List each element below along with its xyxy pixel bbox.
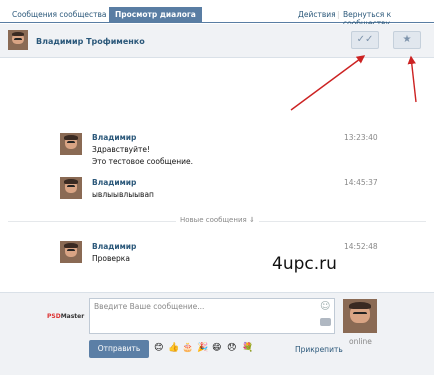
emoji-party-icon[interactable]: 🎉 xyxy=(197,343,208,353)
arrow-to-check-button xyxy=(290,55,366,111)
message-input-placeholder: Введите Ваше сообщение... xyxy=(94,302,205,311)
message-author[interactable]: Владимир xyxy=(92,242,136,251)
emoji-thumbs-up-icon[interactable]: 👍 xyxy=(168,343,179,353)
emoji-cake-icon[interactable]: 🎂 xyxy=(182,343,193,353)
my-avatar[interactable] xyxy=(343,299,377,333)
arrow-to-star-button xyxy=(407,55,417,103)
smile-icon[interactable]: ☺ xyxy=(320,301,330,312)
message-avatar[interactable] xyxy=(60,177,82,199)
watermark: 4upc.ru xyxy=(272,254,337,274)
message-text-line: ывлыывлыывап xyxy=(92,190,154,199)
online-status: online xyxy=(349,337,372,346)
message-text-line: Здравствуйте! xyxy=(92,145,150,154)
emoji-laugh-icon[interactable]: 😄 xyxy=(212,343,221,353)
message-author[interactable]: Владимир xyxy=(92,133,136,142)
message-avatar[interactable] xyxy=(60,133,82,155)
message-time: 14:52:48 xyxy=(344,242,378,251)
message-time: 14:45:37 xyxy=(344,178,378,187)
emoji-sad-icon[interactable]: 😞 xyxy=(227,343,236,353)
emoji-smile-icon[interactable]: 😊 xyxy=(154,343,163,353)
emoji-flowers-icon[interactable]: 💐 xyxy=(242,343,253,353)
message-author[interactable]: Владимир xyxy=(92,178,136,187)
camera-icon[interactable] xyxy=(320,318,331,326)
message-text-line: Это тестовое сообщение. xyxy=(92,157,194,166)
message-time: 13:23:40 xyxy=(344,133,378,142)
message-avatar[interactable] xyxy=(60,241,82,263)
attach-link[interactable]: Прикрепить xyxy=(295,345,343,354)
logo: PSDMaster xyxy=(47,313,85,320)
message-text-line: Проверка xyxy=(92,254,130,263)
down-arrow-icon: ⇓ xyxy=(248,216,255,224)
send-button[interactable]: Отправить xyxy=(89,340,149,358)
new-messages-label: Новые сообщения ⇓ xyxy=(176,216,259,224)
